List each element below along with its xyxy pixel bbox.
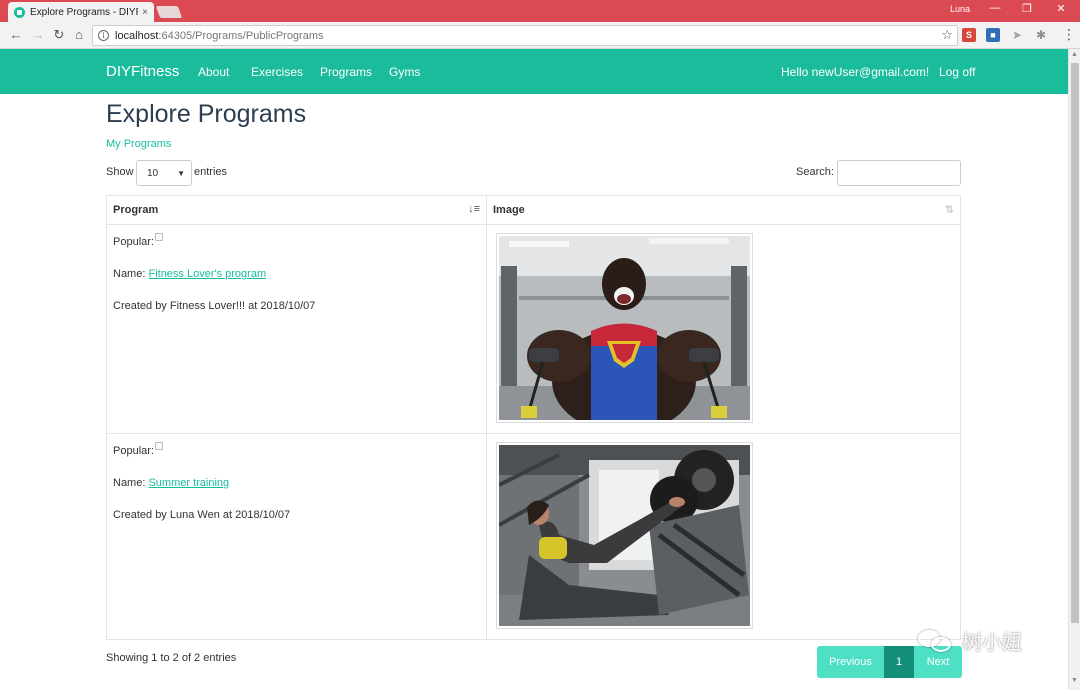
- scroll-up-icon[interactable]: ▲: [1071, 51, 1078, 58]
- name-label: Name:: [113, 477, 146, 489]
- search-input[interactable]: [837, 160, 961, 186]
- nav-link-programs[interactable]: Programs: [320, 65, 372, 79]
- browser-title-bar: Explore Programs - DIYFi × Luna — ❐ ✕: [0, 0, 1080, 22]
- browser-menu-icon[interactable]: ⋮: [1062, 27, 1076, 41]
- page-title: Explore Programs: [106, 100, 307, 128]
- page-scrollbar[interactable]: ▲ ▼: [1068, 49, 1080, 690]
- program-image-cell: [486, 224, 961, 434]
- my-programs-link[interactable]: My Programs: [106, 138, 171, 150]
- watermark-text: 树小妞: [962, 630, 1022, 654]
- browser-toolbar: ← → ↻ ⌂ i localhost:64305/Programs/Publi…: [0, 22, 1080, 49]
- s-extension-icon[interactable]: S: [962, 28, 976, 42]
- scrollbar-thumb[interactable]: [1071, 63, 1079, 623]
- site-favicon-icon: [14, 6, 25, 18]
- programs-table: Program ↓≡ Image ⇅ Popular: Name: Fitnes…: [106, 195, 961, 640]
- minimize-icon[interactable]: —: [988, 2, 1002, 14]
- program-info-cell: Popular: Name: Fitness Lover's program C…: [106, 224, 487, 434]
- app-navbar: DIYFitness About Exercises Programs Gyms…: [0, 49, 1068, 94]
- bodybuilder-photo: [499, 236, 750, 420]
- previous-page-button[interactable]: Previous: [817, 646, 884, 678]
- entries-label: entries: [194, 166, 228, 178]
- popular-checkbox[interactable]: [154, 233, 163, 241]
- send-extension-icon[interactable]: ➤: [1010, 28, 1024, 42]
- tab-title: Explore Programs - DIYFi: [30, 6, 139, 18]
- page-size-value: 10: [147, 168, 159, 179]
- chevron-down-icon: ▼: [177, 169, 185, 178]
- brand-logo[interactable]: DIYFitness: [106, 63, 179, 80]
- new-tab-button[interactable]: [155, 6, 183, 18]
- address-bar[interactable]: i localhost:64305/Programs/PublicProgram…: [92, 25, 958, 46]
- page-1-button[interactable]: 1: [884, 646, 914, 678]
- sort-both-icon[interactable]: ⇅: [945, 203, 954, 216]
- program-image[interactable]: [496, 442, 753, 629]
- home-icon[interactable]: ⌂: [71, 27, 87, 43]
- blue-extension-icon[interactable]: ■: [986, 28, 1000, 42]
- reload-icon[interactable]: ↻: [51, 27, 67, 43]
- program-image[interactable]: [496, 233, 753, 423]
- scroll-down-icon[interactable]: ▼: [1071, 677, 1078, 684]
- program-name-link[interactable]: Fitness Lover's program: [148, 268, 266, 280]
- nav-link-gyms[interactable]: Gyms: [389, 65, 420, 79]
- browser-tab[interactable]: Explore Programs - DIYFi ×: [8, 2, 154, 22]
- program-image-cell: [486, 433, 961, 640]
- window-close-icon[interactable]: ✕: [1054, 2, 1068, 15]
- program-info-cell: Popular: Name: Summer training Created b…: [106, 433, 487, 640]
- program-name-link[interactable]: Summer training: [148, 477, 229, 489]
- created-by-text: Created by Luna Wen at 2018/10/07: [113, 509, 291, 521]
- wechat-icon: [918, 628, 956, 654]
- logoff-link[interactable]: Log off: [939, 65, 975, 79]
- column-header-label: Image: [493, 204, 525, 216]
- table-row: Popular: Name: Summer training Created b…: [106, 433, 961, 640]
- created-by-text: Created by Fitness Lover!!! at 2018/10/0…: [113, 300, 316, 312]
- forward-icon[interactable]: →: [30, 27, 46, 43]
- popular-label: Popular:: [113, 445, 154, 457]
- table-header-row: Program ↓≡ Image ⇅: [106, 195, 961, 225]
- tab-close-icon[interactable]: ×: [142, 7, 148, 18]
- bookmark-star-icon[interactable]: ☆: [941, 27, 953, 43]
- bug-extension-icon[interactable]: ✱: [1034, 28, 1048, 42]
- url-path: :64305/Programs/PublicPrograms: [158, 29, 324, 42]
- nav-link-exercises[interactable]: Exercises: [251, 65, 303, 79]
- user-greeting[interactable]: Hello newUser@gmail.com!: [781, 65, 929, 79]
- watermark: 树小妞: [918, 626, 1022, 655]
- name-label: Name:: [113, 268, 146, 280]
- column-header-program[interactable]: Program ↓≡: [106, 195, 487, 225]
- sort-ascending-icon[interactable]: ↓≡: [468, 203, 480, 215]
- url-host: localhost: [115, 29, 159, 42]
- site-info-icon[interactable]: i: [98, 30, 109, 41]
- column-header-label: Program: [113, 204, 159, 216]
- profile-name[interactable]: Luna: [950, 4, 970, 14]
- nav-link-about[interactable]: About: [198, 65, 229, 79]
- page-size-select[interactable]: 10 ▼: [136, 160, 192, 186]
- back-icon[interactable]: ←: [8, 27, 24, 43]
- search-label: Search:: [796, 166, 834, 178]
- show-label: Show: [106, 166, 134, 178]
- column-header-image[interactable]: Image ⇅: [486, 195, 961, 225]
- maximize-icon[interactable]: ❐: [1020, 2, 1034, 15]
- leg-press-photo: [499, 445, 750, 626]
- table-info-text: Showing 1 to 2 of 2 entries: [106, 652, 237, 664]
- popular-label: Popular:: [113, 236, 154, 248]
- popular-checkbox[interactable]: [154, 442, 163, 450]
- table-row: Popular: Name: Fitness Lover's program C…: [106, 224, 961, 434]
